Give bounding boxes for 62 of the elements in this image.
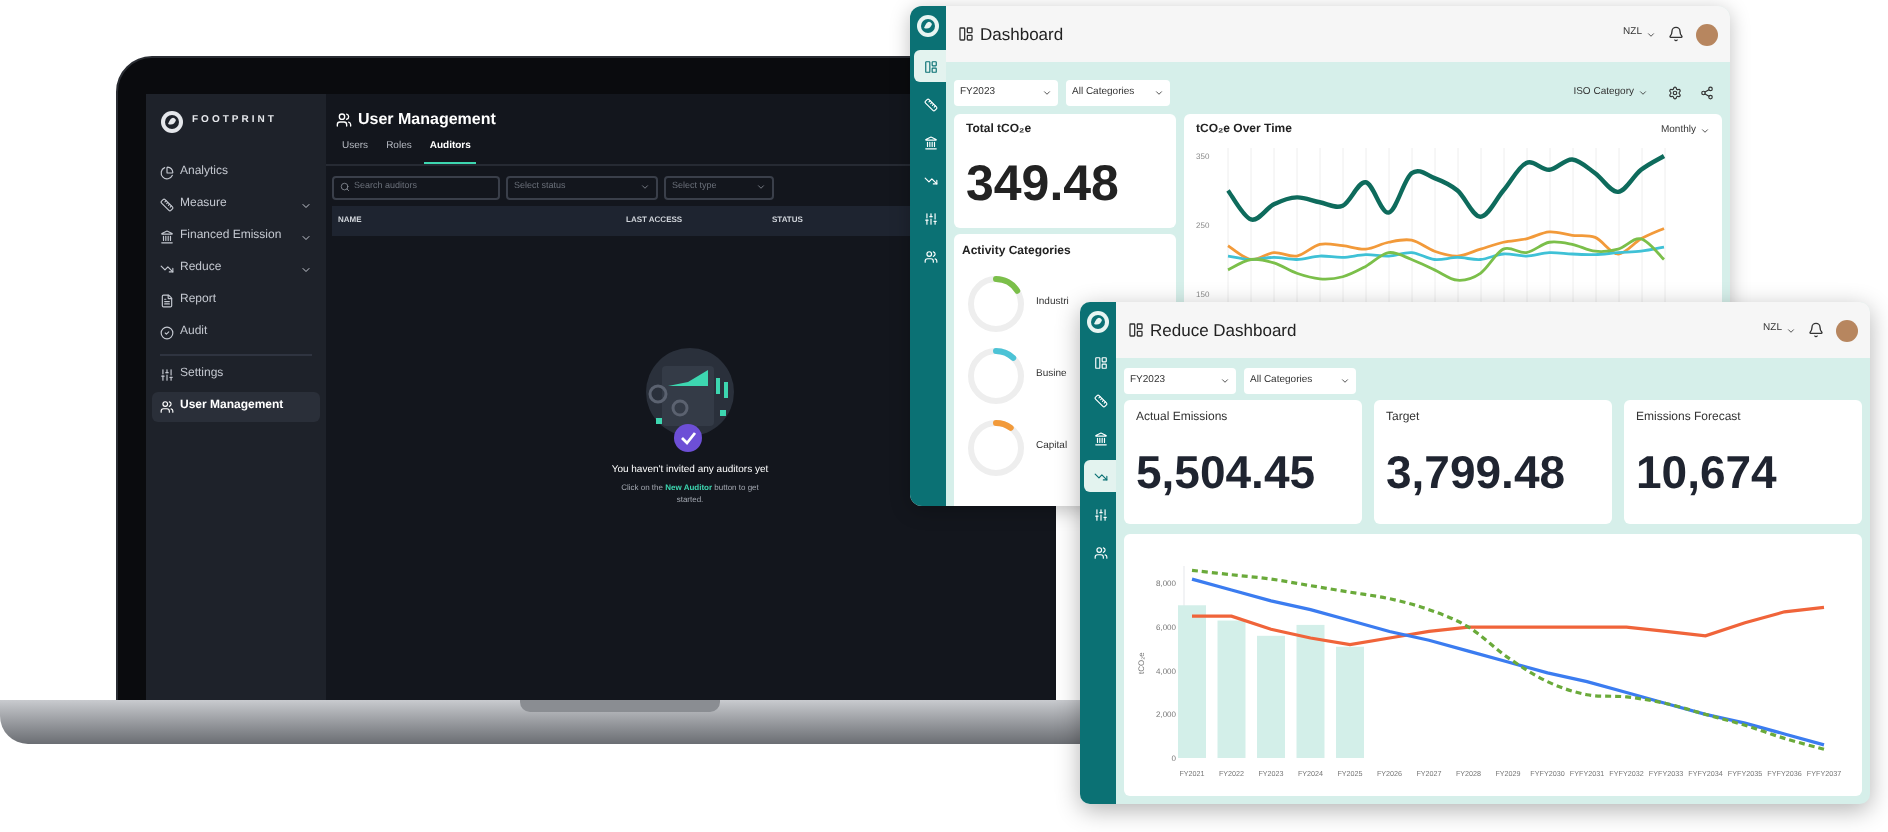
share-icon[interactable] — [1700, 86, 1714, 100]
search-icon — [340, 182, 350, 192]
trend-down-icon — [923, 173, 937, 187]
users-icon — [923, 249, 937, 263]
chevron-icon — [756, 182, 766, 192]
trend-down-icon — [1093, 469, 1107, 483]
chevron-icon — [300, 231, 312, 243]
ring-gauge — [966, 274, 1026, 334]
users-icon — [160, 400, 174, 414]
document-icon — [160, 294, 174, 308]
sliders-icon — [160, 368, 174, 382]
chevron-icon — [1638, 88, 1648, 98]
bar — [1336, 646, 1364, 758]
trend-down-icon — [160, 262, 174, 276]
ruler-icon — [160, 198, 174, 212]
chevron-icon — [640, 182, 650, 192]
users-icon — [1093, 545, 1107, 559]
dashboard-icon — [1093, 355, 1107, 369]
page-title: Reduce Dashboard — [1150, 317, 1297, 343]
bank-icon — [160, 230, 174, 244]
settings-icon[interactable] — [1668, 86, 1682, 100]
logo-icon — [916, 14, 940, 38]
bar — [1296, 624, 1325, 758]
bell-icon[interactable] — [1668, 26, 1684, 42]
ring-gauge — [966, 346, 1026, 406]
avatar[interactable] — [1696, 23, 1718, 45]
metric-value: 3,799.48 — [1386, 450, 1568, 496]
bell-icon[interactable] — [1808, 322, 1824, 338]
chevron-icon — [1340, 376, 1350, 386]
page-title: User Management — [358, 107, 496, 131]
ruler-icon — [923, 97, 937, 111]
metric-value: 5,504.45 — [1136, 450, 1318, 496]
pie-chart-icon — [160, 166, 174, 180]
chevron-icon — [1786, 325, 1796, 335]
avatar[interactable] — [1836, 319, 1858, 341]
chevron-icon — [300, 199, 312, 211]
bank-icon — [923, 135, 937, 149]
users-icon — [336, 111, 352, 127]
sliders-icon — [923, 211, 937, 225]
rail-button[interactable] — [914, 50, 946, 82]
logo-icon — [160, 110, 184, 134]
ruler-icon — [1093, 393, 1107, 407]
logo-icon — [1086, 310, 1110, 334]
chevron-icon — [300, 263, 312, 275]
total-value: 349.48 — [966, 160, 1121, 210]
chevron-icon — [1646, 29, 1656, 39]
chevron-icon — [1154, 88, 1164, 98]
dashboard-icon — [1128, 322, 1144, 338]
check-circle-icon — [160, 326, 174, 340]
chevron-icon — [1220, 376, 1230, 386]
sliders-icon — [1093, 507, 1107, 521]
bank-icon — [1093, 431, 1107, 445]
bar — [1257, 635, 1285, 758]
chevron-icon — [1042, 88, 1052, 98]
bar — [1217, 620, 1246, 758]
chevron-icon — [1700, 126, 1710, 136]
page-title: Dashboard — [980, 21, 1064, 47]
ring-gauge — [966, 418, 1026, 478]
rail-button[interactable] — [1084, 460, 1116, 492]
dashboard-icon — [958, 26, 974, 42]
dashboard-icon — [923, 59, 937, 73]
metric-value: 10,674 — [1636, 450, 1779, 496]
